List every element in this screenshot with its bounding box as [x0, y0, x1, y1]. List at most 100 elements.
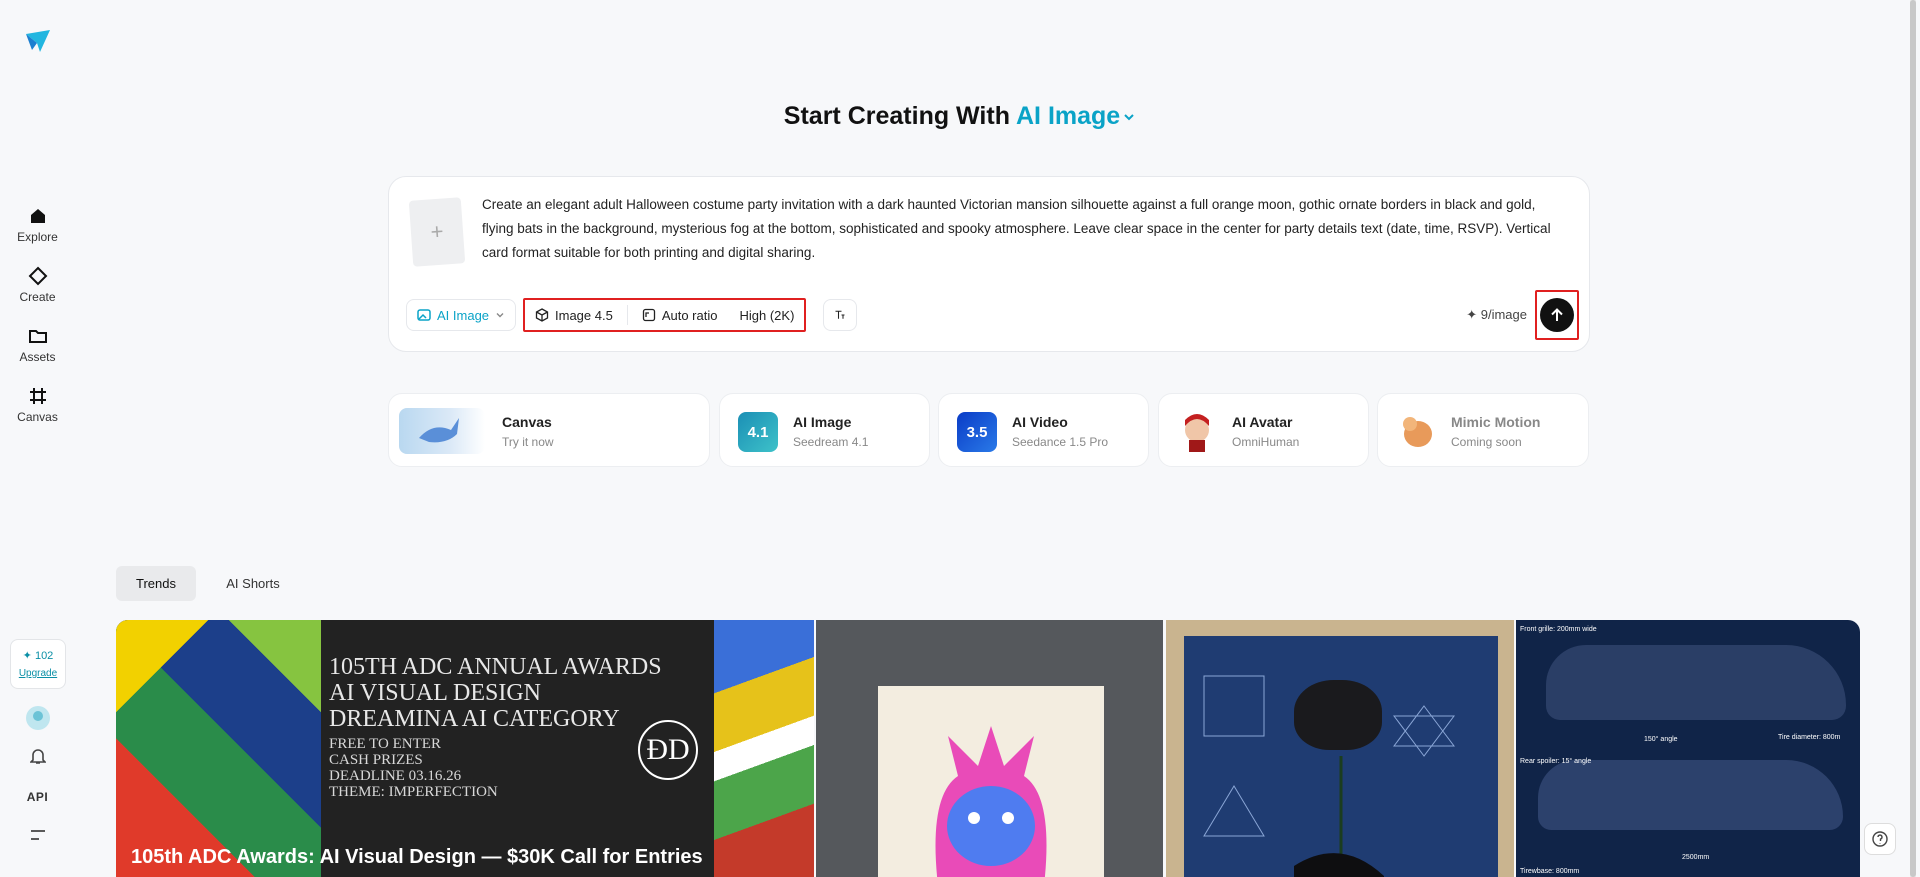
- spec-note: Front grille: 200mm wide: [1520, 626, 1597, 633]
- rose-artwork: [1184, 636, 1498, 877]
- credits-count: ✦ 102: [22, 650, 54, 662]
- image-icon: [417, 309, 431, 321]
- bell-icon[interactable]: [0, 747, 75, 770]
- model-label: Image 4.5: [555, 307, 613, 323]
- prompt-card: + Create an elegant adult Halloween cost…: [388, 176, 1590, 352]
- spec-note: Tirewbase: 800mm: [1520, 868, 1580, 875]
- feature-details: FREE TO ENTER CASH PRIZES DEADLINE 03.16…: [329, 736, 498, 800]
- sidebar-item-label: Create: [19, 290, 56, 304]
- black-rose: [1294, 680, 1382, 750]
- tool-card-ai-video[interactable]: 3.5 AI Video Seedance 1.5 Pro: [938, 393, 1149, 467]
- mosaic-art: [116, 620, 321, 877]
- gallery-item-rose[interactable]: [1166, 620, 1514, 877]
- mode-selector[interactable]: AI Image: [1016, 102, 1136, 130]
- cube-icon: [535, 308, 549, 322]
- sidebar-item-canvas[interactable]: Canvas: [0, 386, 75, 424]
- mimic-thumbnail: [1396, 410, 1436, 452]
- send-button[interactable]: [1540, 298, 1574, 332]
- spec-note: Rear spoiler: 15° angle: [1520, 758, 1592, 765]
- sidebar-item-label: Assets: [19, 350, 56, 364]
- arrow-up-icon: [1551, 308, 1563, 321]
- sidebar: Explore Create Assets Canvas ✦ 102 Upgra…: [0, 0, 75, 877]
- tab-ai-shorts[interactable]: AI Shorts: [212, 566, 294, 601]
- sidebar-item-label: Canvas: [17, 410, 58, 424]
- tool-title: AI Image: [793, 414, 852, 430]
- creature-icon: [1403, 417, 1432, 447]
- tool-subtitle: Seedance 1.5 Pro: [1012, 435, 1109, 449]
- prompt-input[interactable]: Create an elegant adult Halloween costum…: [482, 193, 1562, 265]
- quality-selector[interactable]: High (2K): [739, 308, 794, 323]
- tool-card-ai-avatar[interactable]: AI Avatar OmniHuman: [1158, 393, 1369, 467]
- feature-caption: 105th ADC Awards: AI Visual Design — $30…: [131, 846, 703, 868]
- ratio-label: Auto ratio: [661, 307, 718, 323]
- sidebar-item-assets[interactable]: Assets: [0, 326, 75, 364]
- profile-avatar[interactable]: [0, 706, 75, 730]
- divider: [626, 305, 628, 325]
- gallery-item-featured[interactable]: 105TH ADC ANNUAL AWARDS AI VISUAL DESIGN…: [116, 620, 814, 877]
- mode-selector-label: AI Image: [1016, 102, 1121, 130]
- help-icon: [1872, 831, 1888, 847]
- cost-per-image: ✦ 9/image: [1466, 307, 1527, 322]
- menu-icon[interactable]: [0, 828, 75, 846]
- car-side-view: [1546, 645, 1846, 720]
- avatar-thumbnail: [1177, 410, 1217, 452]
- adc-logo-icon: ÐD: [638, 720, 698, 780]
- sidebar-item-label: Explore: [17, 230, 58, 244]
- tool-title: Canvas: [502, 414, 552, 430]
- cat-illustration-icon: [935, 726, 1047, 877]
- tool-subtitle: Try it now: [502, 435, 554, 449]
- feature-headline: 105TH ADC ANNUAL AWARDS AI VISUAL DESIGN…: [329, 654, 662, 732]
- chevron-down-icon: [1124, 114, 1134, 121]
- chevron-down-icon: [496, 313, 504, 318]
- avatar[interactable]: [25, 706, 50, 730]
- tab-trends[interactable]: Trends: [116, 566, 196, 601]
- folder-icon: [28, 330, 47, 343]
- credits-upgrade-box[interactable]: ✦ 102 Upgrade: [10, 639, 66, 689]
- help-button[interactable]: [1864, 823, 1896, 855]
- detail-line: THEME: IMPERFECTION: [329, 784, 498, 800]
- tool-subtitle: Coming soon: [1451, 435, 1522, 449]
- model-selector[interactable]: Image 4.5: [535, 308, 613, 323]
- sidebar-item-create[interactable]: Create: [0, 266, 75, 304]
- tool-title: Mimic Motion: [1451, 414, 1541, 430]
- page-title: Start Creating With AI Image: [0, 102, 1920, 131]
- gallery-item-car[interactable]: Front grille: 200mm wide 150° angle Tire…: [1516, 620, 1860, 877]
- generation-settings-group: Image 4.5 Auto ratio High (2K): [523, 298, 807, 332]
- send-button-highlight: [1535, 290, 1579, 340]
- pegasus-icon: [419, 418, 459, 443]
- headline-line: AI VISUAL DESIGN: [329, 680, 541, 706]
- ratio-selector[interactable]: Auto ratio: [642, 307, 718, 323]
- scrollbar-thumb[interactable]: [1910, 0, 1916, 877]
- tool-card-canvas[interactable]: Canvas Try it now: [388, 393, 710, 467]
- tool-title: AI Avatar: [1232, 414, 1293, 430]
- canvas-thumbnail: [399, 408, 485, 454]
- avatar-character-icon: [1185, 414, 1209, 452]
- spec-note: Tire diameter: 800m: [1778, 734, 1841, 741]
- ai-image-badge: 4.1: [738, 412, 778, 452]
- tool-subtitle: Seedream 4.1: [793, 435, 869, 449]
- mosaic-art: [714, 620, 814, 877]
- scrollbar[interactable]: [1910, 0, 1916, 877]
- tool-subtitle: OmniHuman: [1232, 435, 1300, 449]
- text-format-icon: [835, 310, 845, 319]
- upgrade-link[interactable]: Upgrade: [11, 665, 65, 682]
- add-reference-image-button[interactable]: +: [408, 197, 466, 267]
- cat-print: [878, 686, 1104, 877]
- diamond-icon: [28, 266, 47, 286]
- mode-dropdown[interactable]: AI Image: [406, 299, 517, 331]
- api-link[interactable]: API: [0, 790, 75, 804]
- detail-line: FREE TO ENTER: [329, 736, 441, 752]
- spec-note: 150° angle: [1644, 736, 1678, 743]
- headline-line: DREAMINA AI CATEGORY: [329, 706, 620, 732]
- tool-card-ai-image[interactable]: 4.1 AI Image Seedream 4.1: [719, 393, 930, 467]
- detail-line: CASH PRIZES: [329, 752, 423, 768]
- aspect-ratio-icon: [642, 308, 655, 322]
- plus-icon: +: [429, 218, 445, 245]
- ai-video-badge: 3.5: [957, 412, 997, 452]
- gallery-item-cat[interactable]: [816, 620, 1163, 877]
- text-style-button[interactable]: [823, 299, 857, 331]
- sidebar-item-explore[interactable]: Explore: [0, 206, 75, 244]
- app-logo-icon[interactable]: [24, 28, 52, 56]
- tool-card-mimic-motion: Mimic Motion Coming soon: [1377, 393, 1589, 467]
- car-rear-view: [1538, 760, 1843, 830]
